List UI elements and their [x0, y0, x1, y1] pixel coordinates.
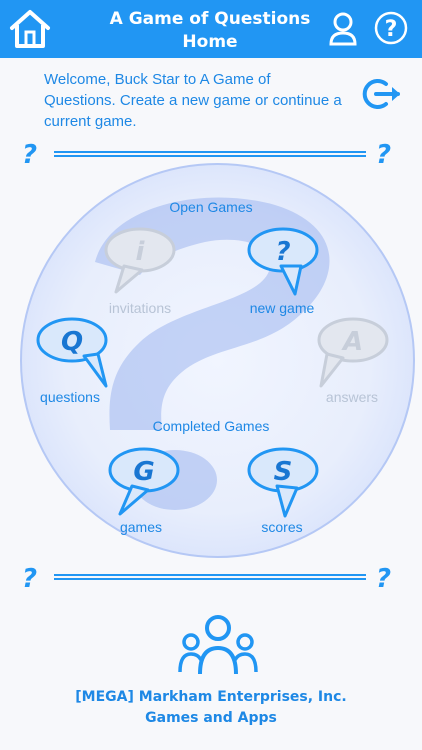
new-game-label[interactable]: new game: [212, 300, 352, 316]
completed-games-heading: Completed Games: [152, 418, 270, 434]
top-divider: [54, 151, 366, 157]
answers-label[interactable]: answers: [282, 389, 422, 405]
bottom-divider: [54, 574, 366, 580]
logout-button[interactable]: [362, 78, 406, 110]
home-button[interactable]: [8, 8, 52, 50]
divider-question-mark-left: ?: [22, 140, 38, 170]
scores-icon[interactable]: S: [245, 446, 321, 518]
company-name: [MEGA] Markham Enterprises, Inc.: [75, 689, 347, 705]
divider-question-mark-right-bottom: ?: [376, 564, 392, 594]
profile-button[interactable]: [328, 11, 358, 47]
home-icon: [10, 10, 50, 48]
divider-question-mark-left-bottom: ?: [22, 564, 38, 594]
svg-text:i: i: [136, 237, 146, 267]
questions-label[interactable]: questions: [0, 389, 140, 405]
answers-icon[interactable]: A: [315, 316, 391, 388]
svg-text:?: ?: [275, 237, 290, 267]
page-title: Home: [182, 32, 238, 52]
svg-text:G: G: [133, 457, 154, 487]
games-icon[interactable]: G: [106, 446, 182, 518]
app-title: A Game of Questions: [109, 9, 311, 29]
user-icon: [329, 12, 357, 46]
welcome-message: Welcome, Buck Star to A Game of Question…: [44, 71, 342, 130]
games-label[interactable]: games: [71, 519, 211, 535]
logout-icon: [362, 79, 400, 109]
team-icon: [178, 615, 258, 675]
app-header: A Game of Questions Home ?: [0, 0, 422, 58]
svg-text:?: ?: [385, 17, 398, 42]
svg-text:S: S: [274, 457, 293, 487]
open-games-heading: Open Games: [169, 199, 253, 215]
help-icon: ?: [374, 11, 408, 45]
svg-text:Q: Q: [61, 327, 83, 357]
divider-question-mark-right: ?: [376, 140, 392, 170]
help-button[interactable]: ?: [374, 11, 408, 45]
scores-label[interactable]: scores: [212, 519, 352, 535]
new-game-icon[interactable]: ?: [245, 226, 321, 298]
invitations-label[interactable]: invitations: [70, 300, 210, 316]
svg-text:A: A: [341, 327, 363, 357]
invitations-icon[interactable]: i: [102, 226, 178, 298]
questions-icon[interactable]: Q: [34, 316, 110, 388]
company-tagline: Games and Apps: [145, 710, 277, 726]
